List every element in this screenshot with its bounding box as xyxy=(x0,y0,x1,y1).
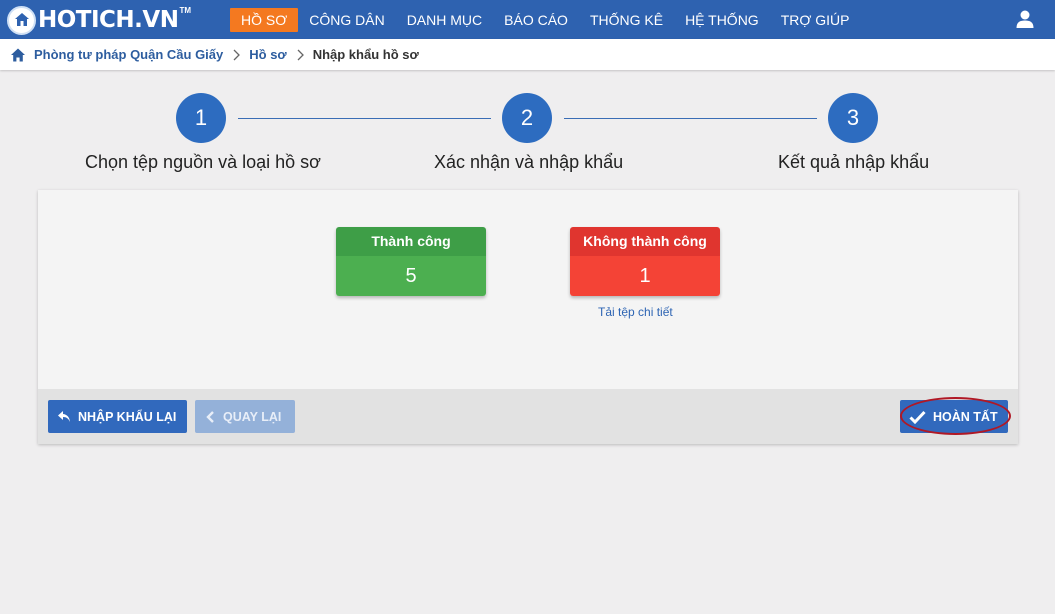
home-icon[interactable] xyxy=(10,47,26,63)
failure-label: Không thành công xyxy=(570,227,720,256)
menu-item-he-thong[interactable]: HỆ THỐNG xyxy=(674,8,770,32)
main-menu: HỒ SƠ CÔNG DÂN DANH MỤC BÁO CÁO THỐNG KÊ… xyxy=(230,0,861,39)
download-detail-link[interactable]: Tải tệp chi tiết xyxy=(598,305,673,319)
step-3-circle: 3 xyxy=(828,93,878,143)
menu-item-cong-dan[interactable]: CÔNG DÂN xyxy=(298,8,395,32)
logo-trademark: TM xyxy=(179,5,192,15)
success-card: Thành công 5 xyxy=(336,227,486,296)
chevron-left-icon xyxy=(206,410,214,423)
step-1-label: Chọn tệp nguồn và loại hồ sơ xyxy=(85,152,321,172)
back-label: QUAY LẠI xyxy=(223,409,282,424)
reimport-label: NHẬP KHẨU LẠI xyxy=(78,409,177,424)
highlight-ring xyxy=(900,397,1011,435)
success-label: Thành công xyxy=(336,227,486,256)
breadcrumb-item-office[interactable]: Phòng tư pháp Quận Cầu Giấy xyxy=(34,47,223,62)
house-logo-icon xyxy=(7,5,36,35)
top-navbar: HOTICH.VN TM HỒ SƠ CÔNG DÂN DANH MỤC BÁO… xyxy=(0,0,1055,39)
step-connector-1 xyxy=(238,118,491,119)
menu-item-bao-cao[interactable]: BÁO CÁO xyxy=(493,8,579,32)
back-button[interactable]: QUAY LẠI xyxy=(195,400,295,433)
chevron-right-icon xyxy=(297,49,304,60)
breadcrumb-item-ho-so[interactable]: Hồ sơ xyxy=(249,47,286,62)
step-connector-2 xyxy=(564,118,817,119)
menu-item-tro-giup[interactable]: TRỢ GIÚP xyxy=(770,8,861,32)
panel-footer: NHẬP KHẨU LẠI QUAY LẠI HOÀN TẤT xyxy=(38,389,1018,444)
failure-card: Không thành công 1 xyxy=(570,227,720,296)
breadcrumb: Phòng tư pháp Quận Cầu Giấy Hồ sơ Nhập k… xyxy=(0,39,1055,70)
reimport-button[interactable]: NHẬP KHẨU LẠI xyxy=(48,400,187,433)
import-result-panel: Thành công 5 Không thành công 1 Tải tệp … xyxy=(38,190,1018,444)
chevron-right-icon xyxy=(233,49,241,60)
step-1-circle: 1 xyxy=(176,93,226,143)
reply-arrow-icon xyxy=(58,410,70,422)
step-2-circle: 2 xyxy=(502,93,552,143)
success-count: 5 xyxy=(336,256,486,296)
menu-item-ho-so[interactable]: HỒ SƠ xyxy=(230,7,299,32)
failure-count: 1 xyxy=(570,256,720,296)
step-3-label: Kết quả nhập khẩu xyxy=(778,152,930,172)
breadcrumb-item-current: Nhập khẩu hồ sơ xyxy=(312,47,419,62)
menu-item-thong-ke[interactable]: THỐNG KÊ xyxy=(579,8,674,32)
logo-text: HOTICH.VN xyxy=(38,7,179,33)
brand-logo[interactable]: HOTICH.VN TM xyxy=(7,4,191,36)
step-2-label: Xác nhận và nhập khẩu xyxy=(434,152,624,172)
user-icon[interactable] xyxy=(1015,9,1035,29)
menu-item-danh-muc[interactable]: DANH MỤC xyxy=(396,8,493,32)
